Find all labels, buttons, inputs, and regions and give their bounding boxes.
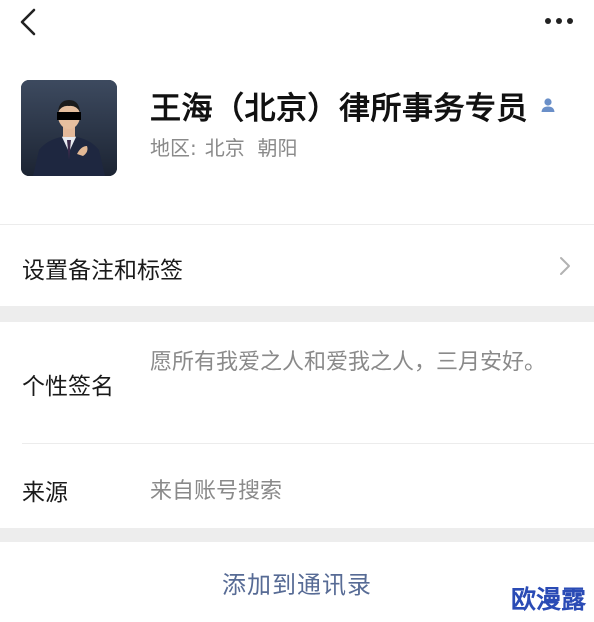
avatar[interactable] — [21, 80, 117, 176]
top-bar — [0, 0, 594, 52]
region-info: 地区: 北京 朝阳 — [150, 132, 297, 161]
section-divider — [0, 528, 594, 542]
name-row: 王海（北京）律所事务专员 — [150, 84, 556, 127]
add-to-contacts-label: 添加到通讯录 — [222, 570, 372, 599]
chevron-right-icon — [560, 257, 570, 275]
source-value: 来自账号搜索 — [150, 479, 283, 504]
back-button[interactable] — [14, 6, 44, 38]
chevron-left-icon — [20, 8, 36, 36]
ellipsis-icon — [545, 18, 573, 24]
row-divider — [22, 443, 594, 444]
signature-label: 个性签名 — [22, 374, 114, 400]
set-remark-and-tags-row[interactable]: 设置备注和标签 — [0, 224, 594, 307]
info-section: 个性签名 愿所有我爱之人和爱我之人，三月安好。 来源 来自账号搜索 — [0, 322, 594, 528]
region-value: 北京 朝阳 — [204, 136, 298, 160]
source-label: 来源 — [22, 480, 68, 506]
person-icon — [540, 97, 556, 113]
display-name: 王海（北京）律所事务专员 — [150, 90, 528, 127]
signature-text: 愿所有我爱之人和爱我之人，三月安好。 — [150, 350, 547, 375]
set-remark-label: 设置备注和标签 — [22, 258, 183, 284]
region-label: 地区: — [150, 136, 197, 160]
profile-card: 王海（北京）律所事务专员 地区: 北京 朝阳 — [0, 66, 594, 194]
more-options-button[interactable] — [542, 8, 576, 34]
section-divider — [0, 306, 594, 322]
add-to-contacts-button[interactable]: 添加到通讯录 — [0, 542, 594, 622]
watermark: 欧漫露 — [510, 585, 586, 614]
